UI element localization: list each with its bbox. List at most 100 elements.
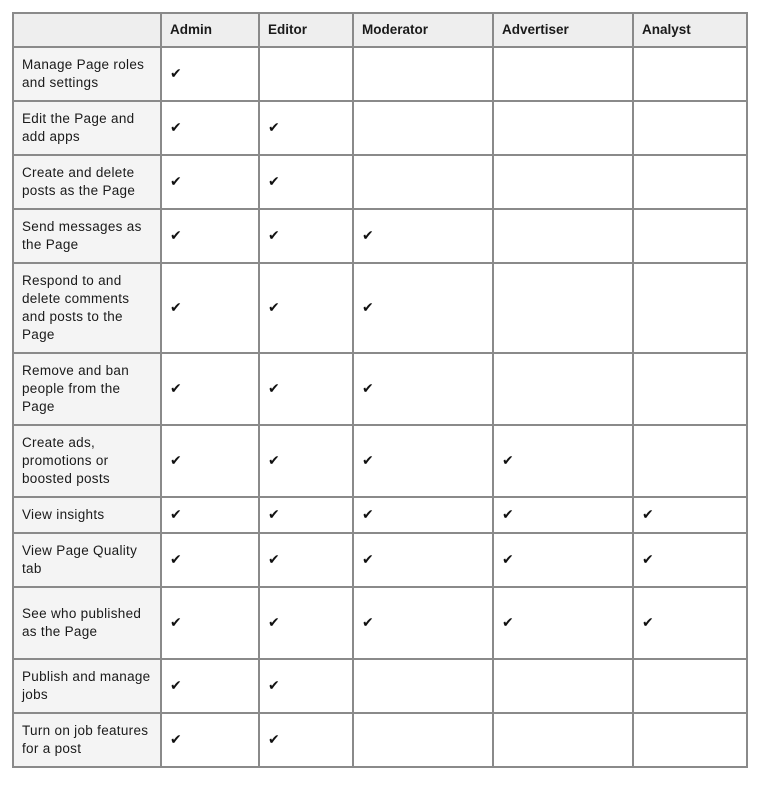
cell-admin: ✔: [160, 532, 260, 588]
cell-moderator: ✔: [352, 208, 494, 264]
header-advertiser: Advertiser: [492, 12, 634, 48]
header-row: Admin Editor Moderator Advertiser Analys…: [12, 12, 748, 48]
cell-editor: ✔: [258, 532, 354, 588]
header-editor: Editor: [258, 12, 354, 48]
cell-advertiser: ✔: [492, 586, 634, 660]
cell-moderator: [352, 658, 494, 714]
cell-moderator: [352, 154, 494, 210]
cell-admin: ✔: [160, 586, 260, 660]
cell-editor: ✔: [258, 208, 354, 264]
table-row: Remove and ban people from the Page ✔ ✔ ✔: [12, 352, 748, 426]
checkmark-icon: ✔: [170, 678, 183, 694]
table-row: Send messages as the Page ✔ ✔ ✔: [12, 208, 748, 264]
permission-label: View insights: [12, 496, 162, 534]
cell-editor: ✔: [258, 154, 354, 210]
checkmark-icon: ✔: [170, 453, 183, 469]
cell-moderator: ✔: [352, 352, 494, 426]
table-row: Publish and manage jobs ✔ ✔: [12, 658, 748, 714]
checkmark-icon: ✔: [170, 228, 183, 244]
permission-label: Manage Page roles and settings: [12, 46, 162, 102]
permission-label: Edit the Page and add apps: [12, 100, 162, 156]
cell-analyst: [632, 154, 748, 210]
page-roles-permissions-table: Admin Editor Moderator Advertiser Analys…: [12, 12, 748, 768]
cell-analyst: ✔: [632, 532, 748, 588]
cell-analyst: [632, 262, 748, 354]
cell-editor: ✔: [258, 658, 354, 714]
checkmark-icon: ✔: [362, 228, 375, 244]
checkmark-icon: ✔: [268, 552, 281, 568]
checkmark-icon: ✔: [268, 174, 281, 190]
checkmark-icon: ✔: [642, 507, 655, 523]
header-permission: [12, 12, 162, 48]
checkmark-icon: ✔: [268, 381, 281, 397]
cell-analyst: ✔: [632, 496, 748, 534]
table-row: Respond to and delete comments and posts…: [12, 262, 748, 354]
checkmark-icon: ✔: [170, 615, 183, 631]
cell-admin: ✔: [160, 46, 260, 102]
cell-editor: ✔: [258, 352, 354, 426]
cell-moderator: [352, 712, 494, 768]
cell-advertiser: ✔: [492, 424, 634, 498]
cell-analyst: [632, 658, 748, 714]
cell-moderator: ✔: [352, 532, 494, 588]
checkmark-icon: ✔: [362, 381, 375, 397]
table-row: Turn on job features for a post ✔ ✔: [12, 712, 748, 768]
table-row: View Page Quality tab ✔ ✔ ✔ ✔ ✔: [12, 532, 748, 588]
permission-label: Remove and ban people from the Page: [12, 352, 162, 426]
checkmark-icon: ✔: [170, 507, 183, 523]
cell-admin: ✔: [160, 496, 260, 534]
cell-advertiser: [492, 100, 634, 156]
permission-label: Turn on job features for a post: [12, 712, 162, 768]
checkmark-icon: ✔: [170, 300, 183, 316]
checkmark-icon: ✔: [362, 615, 375, 631]
cell-analyst: ✔: [632, 586, 748, 660]
checkmark-icon: ✔: [170, 174, 183, 190]
cell-analyst: [632, 352, 748, 426]
cell-editor: ✔: [258, 100, 354, 156]
checkmark-icon: ✔: [268, 228, 281, 244]
table-row: Create ads, promotions or boosted posts ✔…: [12, 424, 748, 498]
checkmark-icon: ✔: [170, 66, 183, 82]
checkmark-icon: ✔: [268, 300, 281, 316]
table-row: Manage Page roles and settings ✔: [12, 46, 748, 102]
table-row: View insights ✔ ✔ ✔ ✔ ✔: [12, 496, 748, 534]
cell-editor: ✔: [258, 586, 354, 660]
cell-analyst: [632, 424, 748, 498]
cell-analyst: [632, 46, 748, 102]
cell-moderator: ✔: [352, 586, 494, 660]
permission-label: Send messages as the Page: [12, 208, 162, 264]
cell-advertiser: [492, 658, 634, 714]
checkmark-icon: ✔: [268, 120, 281, 136]
cell-analyst: [632, 100, 748, 156]
cell-moderator: ✔: [352, 496, 494, 534]
checkmark-icon: ✔: [502, 552, 515, 568]
cell-advertiser: [492, 46, 634, 102]
cell-advertiser: [492, 262, 634, 354]
permission-label: View Page Quality tab: [12, 532, 162, 588]
permission-label: See who published as the Page: [12, 586, 162, 660]
cell-advertiser: [492, 352, 634, 426]
cell-editor: [258, 46, 354, 102]
cell-advertiser: [492, 154, 634, 210]
cell-advertiser: ✔: [492, 496, 634, 534]
checkmark-icon: ✔: [502, 453, 515, 469]
checkmark-icon: ✔: [502, 507, 515, 523]
cell-admin: ✔: [160, 658, 260, 714]
checkmark-icon: ✔: [170, 732, 183, 748]
cell-moderator: ✔: [352, 262, 494, 354]
checkmark-icon: ✔: [268, 678, 281, 694]
checkmark-icon: ✔: [268, 732, 281, 748]
permission-label: Create ads, promotions or boosted posts: [12, 424, 162, 498]
cell-admin: ✔: [160, 424, 260, 498]
cell-admin: ✔: [160, 100, 260, 156]
cell-advertiser: [492, 208, 634, 264]
checkmark-icon: ✔: [362, 507, 375, 523]
cell-advertiser: ✔: [492, 532, 634, 588]
cell-admin: ✔: [160, 154, 260, 210]
permission-label: Publish and manage jobs: [12, 658, 162, 714]
cell-editor: ✔: [258, 496, 354, 534]
permission-label: Create and delete posts as the Page: [12, 154, 162, 210]
cell-admin: ✔: [160, 352, 260, 426]
checkmark-icon: ✔: [362, 453, 375, 469]
cell-editor: ✔: [258, 424, 354, 498]
